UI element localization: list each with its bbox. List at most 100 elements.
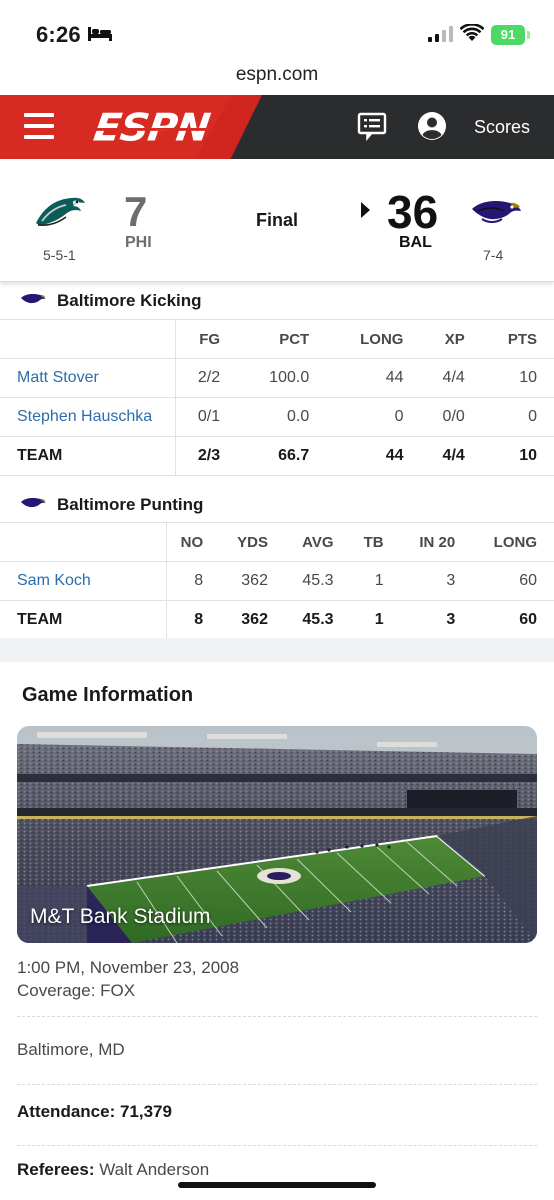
away-score: 7	[124, 188, 148, 235]
stat-cell: 8	[166, 561, 221, 601]
table-header-row: NO YDS AVG TB IN 20 LONG	[0, 522, 554, 562]
kicking-title: Baltimore Kicking	[57, 291, 202, 310]
hamburger-menu-icon[interactable]	[24, 113, 54, 141]
player-name-cell: Stephen Hauschka	[0, 397, 176, 437]
status-time: 6:26	[36, 22, 81, 47]
espn-logo[interactable]: ESPN	[91, 106, 212, 150]
stat-cell: 4/4	[420, 436, 482, 476]
divider	[17, 1145, 537, 1146]
stat-cell: 60	[472, 561, 554, 601]
scoreboard[interactable]: 7 PHI 5-5-1 Final 36 BAL 7-4	[0, 159, 554, 282]
home-indicator[interactable]	[178, 1182, 376, 1188]
column-header: IN 20	[400, 522, 473, 562]
battery-cap	[527, 31, 530, 39]
stat-cell: 0.0	[237, 397, 327, 437]
game-information-title: Game Information	[22, 684, 194, 706]
stat-cell: 4/4	[420, 358, 482, 398]
column-header: XP	[420, 319, 482, 359]
scores-link[interactable]: Scores	[474, 117, 530, 138]
table-row: Sam Koch 8 362 45.3 1 3 60	[0, 561, 554, 601]
column-header: PCT	[237, 319, 327, 359]
stat-cell: 100.0	[237, 358, 327, 398]
kicking-section-header: Baltimore Kicking	[0, 283, 554, 319]
table-row: Stephen Hauschka 0/1 0.0 0 0/0 0	[0, 397, 554, 437]
team-total-row: TEAM 2/3 66.7 44 4/4 10	[0, 436, 554, 476]
stat-cell: 2/2	[175, 358, 238, 398]
stat-cell: 3	[400, 600, 473, 640]
column-header: NO	[166, 522, 221, 562]
away-team-logo-link[interactable]	[30, 189, 90, 239]
stat-cell: 10	[481, 358, 554, 398]
away-record: 5-5-1	[43, 247, 76, 263]
espn-header: ESPN Scores	[0, 95, 554, 159]
column-header: AVG	[284, 522, 351, 562]
stat-cell: 45.3	[284, 600, 351, 640]
divider	[17, 1084, 537, 1085]
section-separator	[0, 638, 554, 662]
away-team-abbr[interactable]: PHI	[125, 234, 152, 252]
game-status: Final	[256, 210, 299, 230]
stat-cell: 8	[166, 600, 221, 640]
player-link[interactable]: Sam Koch	[17, 572, 91, 589]
profile-icon[interactable]	[417, 111, 447, 141]
ravens-logo-icon	[472, 201, 521, 223]
table-row: Matt Stover 2/2 100.0 44 4/4 10	[0, 358, 554, 398]
punting-table: NO YDS AVG TB IN 20 LONG Sam Koch 8 362 …	[0, 522, 554, 640]
stat-cell: 60	[472, 600, 554, 640]
game-coverage: Coverage: FOX	[17, 981, 136, 1000]
column-header: LONG	[326, 319, 421, 359]
stat-cell: 0/1	[175, 397, 238, 437]
column-header: LONG	[472, 522, 554, 562]
kicking-table: FG PCT LONG XP PTS Matt Stover 2/2 100.0…	[0, 319, 554, 476]
stat-cell: 0/0	[420, 397, 482, 437]
divider	[17, 1016, 537, 1017]
table-header-name	[0, 522, 167, 562]
game-attendance: Attendance: 71,379	[17, 1102, 172, 1121]
player-name-cell: Sam Koch	[0, 561, 167, 601]
wifi-icon	[460, 24, 484, 41]
stat-cell: 10	[481, 436, 554, 476]
column-header: TB	[350, 522, 401, 562]
stat-cell: 1	[350, 600, 401, 640]
winner-triangle-icon	[361, 202, 370, 218]
game-information-card: Game Information M&T Bank Stadium 1:00 P…	[0, 662, 554, 1200]
comments-icon[interactable]	[357, 111, 387, 141]
player-link[interactable]: Matt Stover	[17, 369, 99, 386]
venue-name: M&T Bank Stadium	[30, 905, 211, 928]
game-datetime: 1:00 PM, November 23, 2008	[17, 958, 240, 977]
home-team-abbr[interactable]: BAL	[399, 234, 432, 252]
ravens-small-logo-icon	[21, 498, 46, 508]
stat-cell: 45.3	[284, 561, 351, 601]
stat-cell: 0	[481, 397, 554, 437]
column-header: FG	[175, 319, 238, 359]
player-name-cell: Matt Stover	[0, 358, 176, 398]
stat-cell: 1	[350, 561, 401, 601]
home-score: 36	[387, 186, 439, 238]
game-location: Baltimore, MD	[17, 1040, 125, 1059]
table-header-name	[0, 319, 176, 359]
stat-cell: 362	[220, 561, 285, 601]
stat-cell: 0	[326, 397, 421, 437]
home-record: 7-4	[483, 247, 504, 263]
browser-url[interactable]: espn.com	[0, 64, 554, 86]
punting-title: Baltimore Punting	[57, 495, 204, 514]
sleep-bed-icon	[88, 27, 112, 41]
team-total-row: TEAM 8 362 45.3 1 3 60	[0, 600, 554, 640]
table-header-row: FG PCT LONG XP PTS	[0, 319, 554, 359]
player-link[interactable]: Stephen Hauschka	[17, 408, 152, 425]
stat-cell: 3	[400, 561, 473, 601]
ravens-small-logo-icon	[21, 294, 46, 304]
battery-level: 91	[491, 25, 525, 45]
stat-cell: 66.7	[237, 436, 327, 476]
column-header: YDS	[220, 522, 285, 562]
team-total-label: TEAM	[0, 600, 167, 640]
stat-cell: 44	[326, 358, 421, 398]
game-referees: Referees: Walt Anderson	[17, 1160, 209, 1180]
status-bar: 6:26 91	[0, 0, 554, 62]
column-header: PTS	[481, 319, 554, 359]
referees-value: Walt Anderson	[99, 1160, 210, 1179]
stadium-photo: M&T Bank Stadium	[17, 726, 537, 943]
stat-cell: 2/3	[175, 436, 238, 476]
team-total-label: TEAM	[0, 436, 176, 476]
referees-label: Referees:	[17, 1160, 95, 1179]
